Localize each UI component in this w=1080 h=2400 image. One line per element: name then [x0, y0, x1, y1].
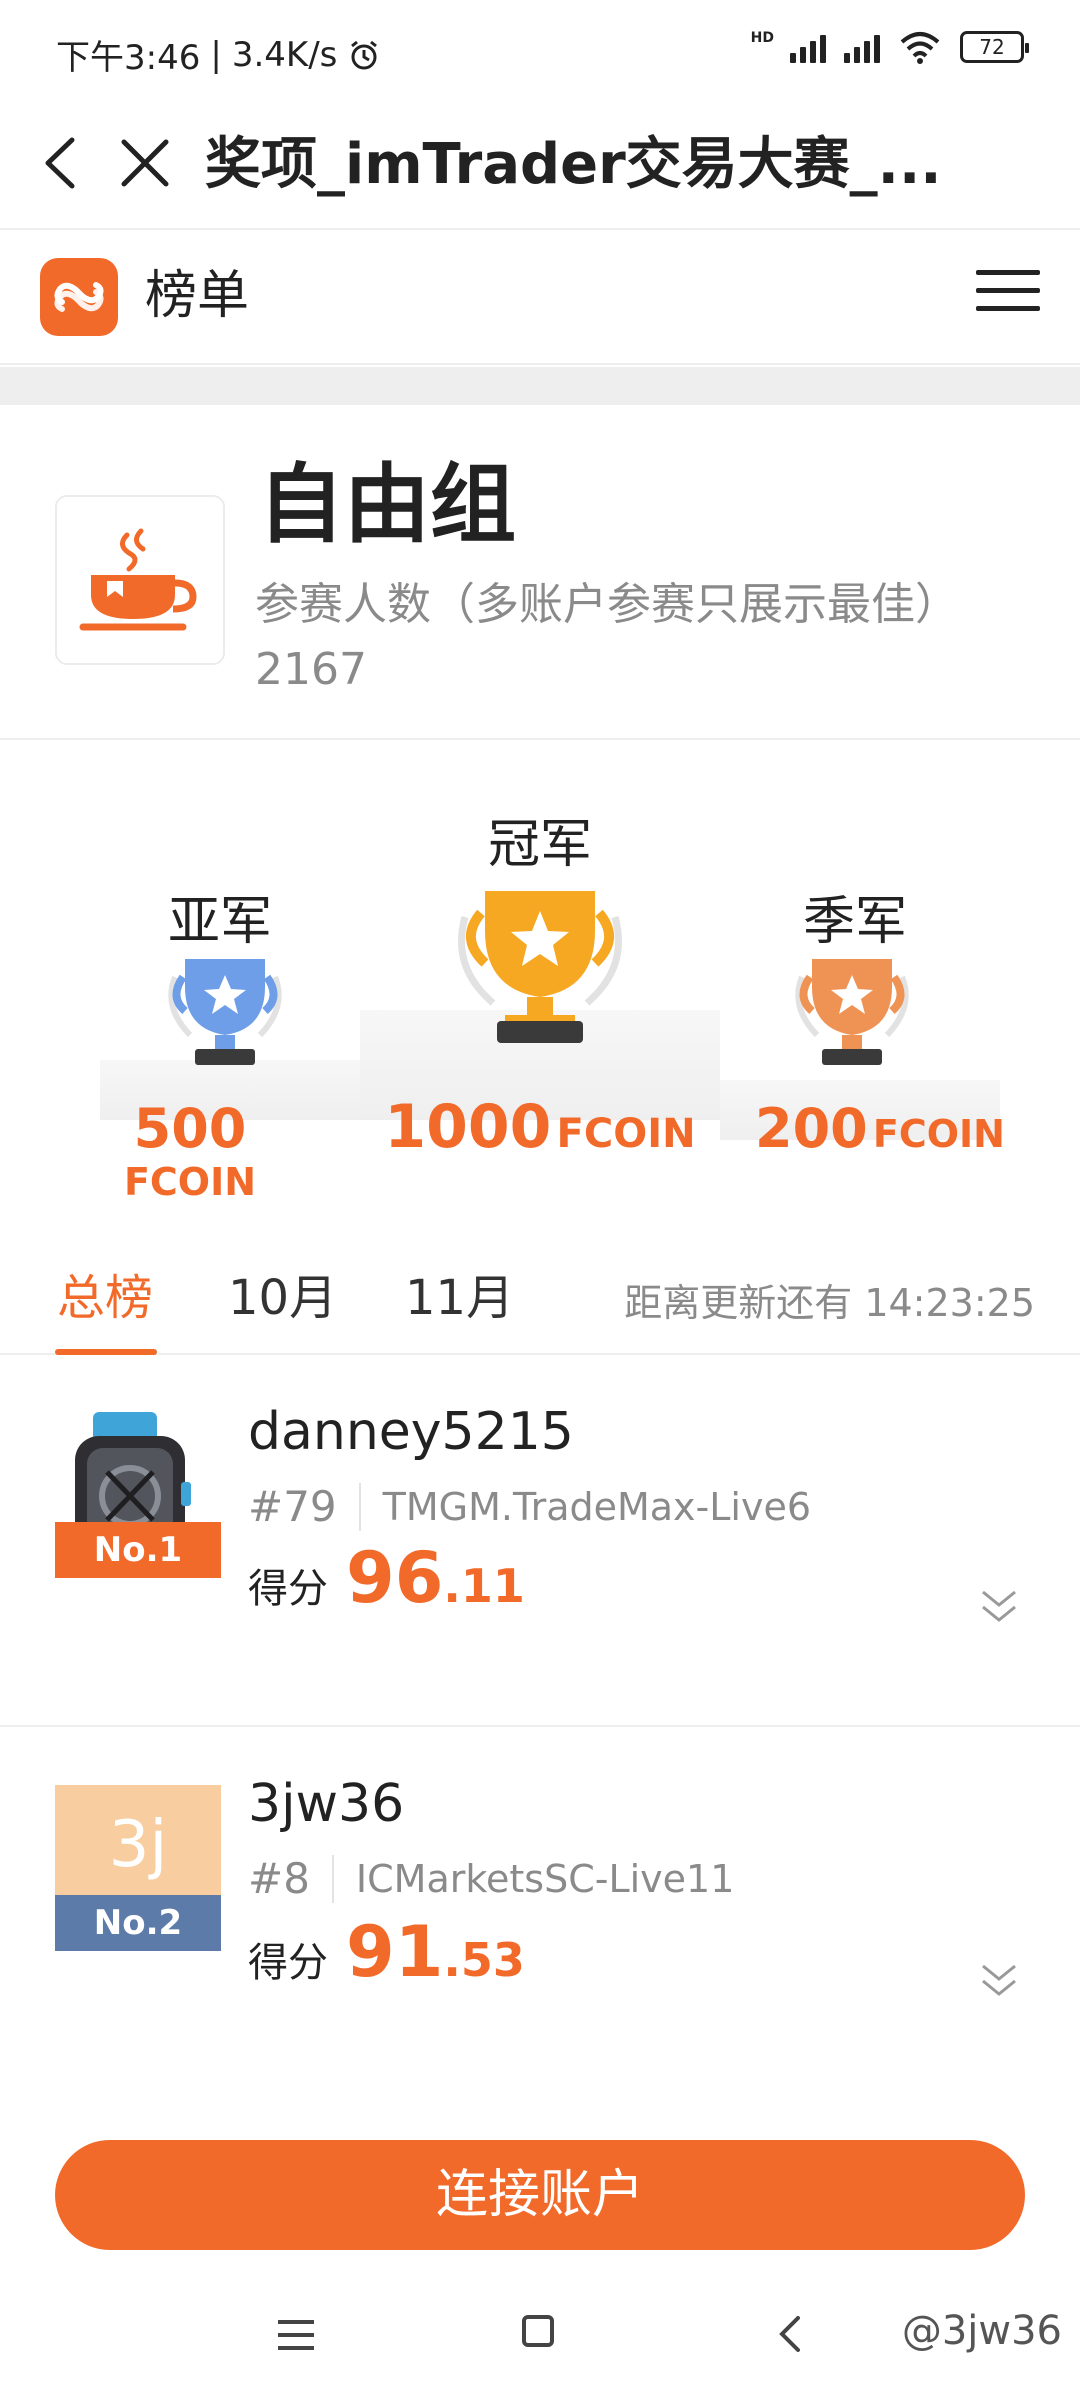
score: 得分 91 .53: [248, 1911, 525, 1993]
user-name: 3jw36: [248, 1774, 405, 1834]
server-name: ICMarketsSC-Live11: [355, 1857, 735, 1901]
score-label: 得分: [248, 1940, 328, 1986]
podium-second-prize: 500 FCOIN: [70, 1097, 310, 1204]
score: 得分 96 .11: [248, 1537, 525, 1619]
divider: [331, 1855, 334, 1903]
podium-first-prize: 1000 FCOIN: [380, 1092, 700, 1162]
signal-icon-2: [844, 31, 880, 63]
ranking-tabs: 总榜 10月 11月 距离更新还有 14:23:25: [0, 1245, 1080, 1355]
status-time: 下午3:46: [56, 38, 201, 78]
place-title-first: 冠军: [487, 815, 592, 875]
wifi-icon: [900, 32, 940, 64]
home-icon[interactable]: [522, 2315, 554, 2347]
rank-number: #79: [248, 1482, 337, 1531]
coffee-cup-icon: [55, 495, 225, 665]
prize-second: 500: [133, 1097, 247, 1160]
close-icon[interactable]: [110, 128, 180, 198]
recent-apps-icon[interactable]: [278, 2320, 314, 2350]
prize-unit-first: FCOIN: [556, 1111, 696, 1157]
bronze-trophy-icon: [795, 959, 909, 1065]
signal-icon: [790, 31, 826, 63]
back-icon[interactable]: [30, 128, 90, 198]
silver-trophy-icon: [168, 959, 282, 1065]
user-meta: #8 ICMarketsSC-Live11: [248, 1849, 734, 1909]
status-bar: 下午3:46 | 3.4K/s HD 72: [0, 0, 1080, 100]
rank-badge: No.1: [55, 1522, 221, 1578]
browser-nav-bar: 奖项_imTrader交易大赛_...: [0, 100, 1080, 230]
user-name: danney5215: [248, 1402, 574, 1462]
score-integer: 96: [346, 1537, 444, 1619]
battery-icon: 72: [960, 31, 1029, 63]
hd-label: HD: [750, 30, 774, 46]
score-integer: 91: [346, 1911, 444, 1993]
menu-icon[interactable]: [976, 270, 1040, 322]
prize-podium: 亚军 500 FCOIN 冠军 1000 FCOIN 季军 200 FCOIN: [0, 742, 1080, 1204]
group-name: 自由组: [258, 455, 516, 555]
system-back-icon[interactable]: [770, 2312, 810, 2356]
app-header-title: 榜单: [145, 266, 250, 326]
update-countdown: 距离更新还有 14:23:25: [624, 1275, 1035, 1331]
list-item[interactable]: No.1 danney5215 #79 TMGM.TradeMax-Live6 …: [0, 1357, 1080, 1727]
app-logo-icon: [40, 258, 118, 336]
prize-first: 1000: [384, 1092, 552, 1162]
rank-badge: No.2: [55, 1895, 221, 1951]
podium-third-prize: 200 FCOIN: [740, 1097, 1020, 1160]
prize-unit-third: FCOIN: [872, 1112, 1005, 1156]
tab-november[interactable]: 11月: [405, 1265, 514, 1331]
participants-label: 参赛人数（多账户参赛只展示最佳）: [255, 579, 959, 630]
connect-bar: 连接账户: [0, 2100, 1080, 2270]
network-speed: 3.4K/s: [231, 34, 338, 75]
watermark: @3jw36: [901, 2308, 1062, 2354]
list-item[interactable]: 3j No.2 3jw36 #8 ICMarketsSC-Live11 得分 9…: [0, 1729, 1080, 2101]
divider: [358, 1483, 361, 1531]
gold-trophy-icon: [458, 891, 622, 1043]
alarm-icon: [351, 40, 378, 69]
participants-count: 2167: [255, 644, 367, 695]
server-name: TMGM.TradeMax-Live6: [382, 1485, 812, 1529]
chevron-down-icon[interactable]: [978, 1961, 1020, 2001]
score-decimal: .11: [443, 1559, 525, 1613]
system-nav-bar: @3jw36: [0, 2270, 1080, 2400]
prize-third: 200: [755, 1097, 868, 1160]
score-label: 得分: [248, 1566, 328, 1612]
score-decimal: .53: [443, 1933, 525, 1987]
user-meta: #79 TMGM.TradeMax-Live6: [248, 1477, 811, 1537]
podium-first: 冠军: [440, 810, 640, 880]
divider: [0, 367, 1080, 405]
tab-overall[interactable]: 总榜: [57, 1265, 153, 1331]
prize-unit-second: FCOIN: [123, 1160, 257, 1204]
connect-account-button[interactable]: 连接账户: [55, 2140, 1025, 2250]
countdown-label: 距离更新还有: [624, 1281, 853, 1325]
active-tab-indicator: [55, 1349, 157, 1355]
countdown-value: 14:23:25: [864, 1281, 1035, 1325]
chevron-down-icon[interactable]: [978, 1587, 1020, 1627]
group-info: 自由组 参赛人数（多账户参赛只展示最佳） 2167: [0, 405, 1080, 740]
page-title: 奖项_imTrader交易大赛_...: [205, 132, 942, 197]
rank-number: #8: [248, 1854, 310, 1903]
app-header: 榜单: [0, 230, 1080, 365]
tab-october[interactable]: 10月: [228, 1265, 337, 1331]
